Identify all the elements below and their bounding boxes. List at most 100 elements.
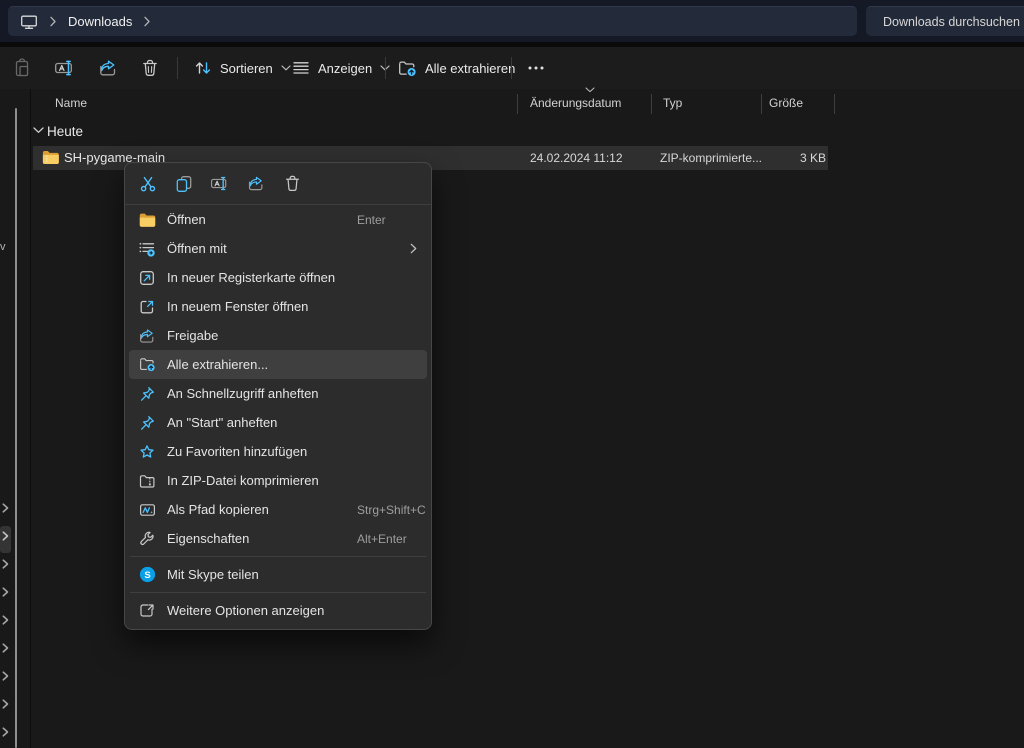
ellipsis-icon (528, 66, 544, 70)
tree-chevron-icon[interactable] (2, 559, 9, 569)
search-input[interactable]: Downloads durchsuchen (866, 6, 1024, 36)
column-separator[interactable] (834, 94, 835, 114)
share-button[interactable] (90, 51, 126, 85)
tree-chevron-icon[interactable] (2, 587, 9, 597)
open-in-new-tab-icon (138, 270, 156, 286)
scissors-icon (139, 175, 157, 193)
menu-item-weitere-optionen[interactable]: Weitere Optionen anzeigen (129, 596, 427, 625)
pin-icon (138, 415, 156, 431)
star-icon (138, 444, 156, 460)
menu-item-oeffnen-mit[interactable]: Öffnen mit (129, 234, 427, 263)
tree-chevron-icon[interactable] (2, 727, 9, 737)
group-header-heute[interactable]: Heute (47, 124, 83, 139)
tree-chevron-icon[interactable] (2, 643, 9, 653)
rename-button[interactable] (207, 171, 233, 197)
paste-icon (12, 58, 32, 78)
file-type: ZIP-komprimierte... (660, 151, 762, 165)
sort-label: Sortieren (220, 61, 273, 76)
share-icon (138, 328, 156, 344)
submenu-arrow-icon (410, 243, 417, 254)
open-in-new-window-icon (138, 299, 156, 315)
compress-zip-icon (138, 474, 156, 488)
file-explorer-window: { "colors": { "accent": "#4cc2ff", "band… (0, 0, 1024, 748)
menu-item-alle-extrahieren[interactable]: Alle extrahieren... (129, 350, 427, 379)
column-separator[interactable] (517, 94, 518, 114)
menu-item-start-anheften[interactable]: An "Start" anheften (129, 408, 427, 437)
chevron-right-icon[interactable] (143, 16, 151, 27)
zip-folder-icon (42, 150, 60, 165)
view-button[interactable]: Anzeigen (284, 51, 398, 85)
rename-icon (210, 175, 230, 192)
cut-button[interactable] (135, 171, 161, 197)
column-header-type[interactable]: Typ (663, 96, 682, 110)
column-header-size[interactable]: Größe (769, 96, 803, 110)
copy-button[interactable] (171, 171, 197, 197)
delete-button[interactable] (279, 171, 305, 197)
menu-separator (130, 592, 426, 593)
extract-icon (138, 357, 156, 372)
pane-separator (30, 89, 31, 748)
nav-item-fragment: v (0, 241, 6, 253)
toolbar-separator (177, 57, 178, 79)
column-separator[interactable] (761, 94, 762, 114)
extract-label: Alle extrahieren (425, 61, 515, 76)
this-pc-icon[interactable] (20, 14, 38, 30)
svg-text:S: S (144, 570, 150, 581)
menu-item-schnellzugriff-anheften[interactable]: An Schnellzugriff anheften (129, 379, 427, 408)
more-options-button[interactable] (520, 51, 552, 85)
breadcrumb-downloads[interactable]: Downloads (68, 14, 132, 29)
tree-chevron-icon[interactable] (2, 699, 9, 709)
column-header-modified[interactable]: Änderungsdatum (530, 96, 621, 110)
view-icon (292, 61, 310, 75)
menu-item-favoriten[interactable]: Zu Favoriten hinzufügen (129, 437, 427, 466)
menu-item-neues-fenster[interactable]: In neuem Fenster öffnen (129, 292, 427, 321)
tree-chevron-icon[interactable] (2, 671, 9, 681)
skype-icon: S (138, 566, 156, 583)
paste-button[interactable] (4, 51, 40, 85)
menu-item-neue-registerkarte[interactable]: In neuer Registerkarte öffnen (129, 263, 427, 292)
copy-path-icon (138, 503, 156, 517)
column-header-name[interactable]: Name (55, 96, 87, 110)
sort-indicator-icon (585, 87, 595, 93)
sort-icon (194, 60, 212, 76)
group-collapse-icon[interactable] (33, 127, 44, 134)
menu-item-oeffnen[interactable]: Öffnen Enter (129, 205, 427, 234)
search-placeholder: Downloads durchsuchen (883, 15, 1020, 29)
extract-all-button[interactable]: Alle extrahieren (390, 51, 523, 85)
quick-actions-row (125, 163, 431, 204)
address-bar[interactable]: Downloads (8, 6, 857, 36)
wrench-icon (138, 531, 156, 547)
menu-item-skype-teilen[interactable]: S Mit Skype teilen (129, 560, 427, 589)
open-with-icon (138, 241, 156, 257)
nav-scrollbar[interactable] (15, 108, 17, 748)
delete-button[interactable] (133, 51, 167, 85)
column-separator[interactable] (651, 94, 652, 114)
show-more-options-icon (138, 603, 156, 618)
tree-chevron-icon[interactable] (2, 531, 9, 541)
share-button[interactable] (243, 171, 269, 197)
tree-chevron-icon[interactable] (2, 503, 9, 513)
context-menu: Öffnen Enter Öffnen mit In neuer Registe… (124, 162, 432, 630)
menu-item-eigenschaften[interactable]: Eigenschaften Alt+Enter (129, 524, 427, 553)
chevron-right-icon[interactable] (49, 16, 57, 27)
folder-icon (138, 213, 156, 227)
toolbar-separator (511, 57, 512, 79)
rename-button[interactable] (46, 51, 84, 85)
command-toolbar: Sortieren Anzeigen Alle extrahieren (0, 47, 1024, 89)
menu-item-freigabe[interactable]: Freigabe (129, 321, 427, 350)
menu-separator (130, 556, 426, 557)
extract-icon (398, 60, 417, 77)
title-address-band: Downloads Downloads durchsuchen (0, 0, 1024, 42)
menu-item-zip-komprimieren[interactable]: In ZIP-Datei komprimieren (129, 466, 427, 495)
toolbar-separator (385, 57, 386, 79)
trash-icon (284, 175, 301, 192)
menu-item-als-pfad-kopieren[interactable]: Als Pfad kopieren Strg+Shift+C (129, 495, 427, 524)
copy-icon (175, 175, 193, 193)
sort-button[interactable]: Sortieren (186, 51, 299, 85)
tree-chevron-icon[interactable] (2, 615, 9, 625)
share-icon (247, 175, 265, 192)
file-size: 3 KB (800, 151, 826, 165)
view-label: Anzeigen (318, 61, 372, 76)
trash-icon (141, 59, 159, 77)
file-modified-date: 24.02.2024 11:12 (530, 151, 623, 165)
